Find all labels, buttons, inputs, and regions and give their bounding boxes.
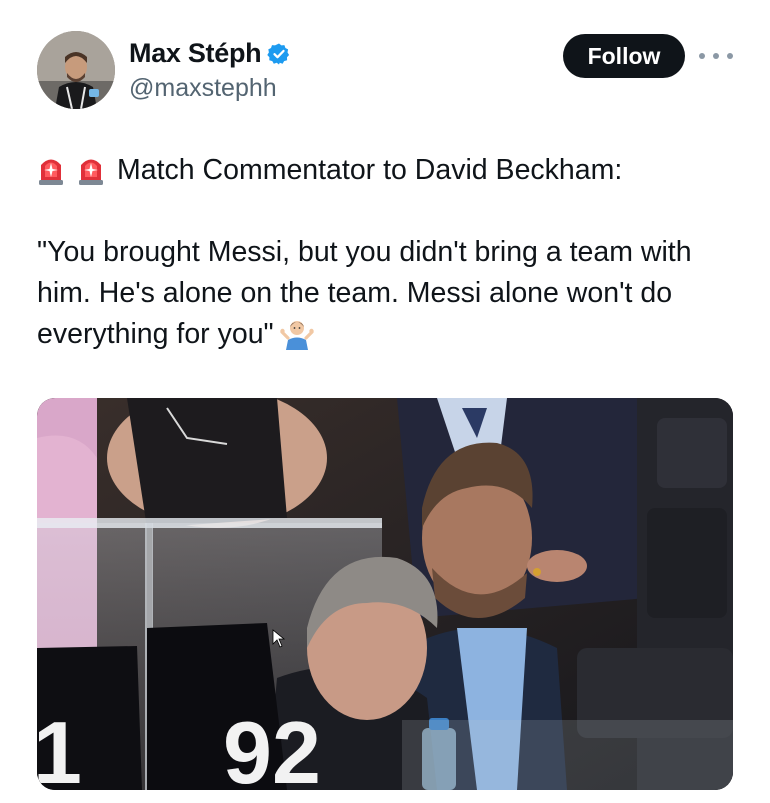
more-options-icon[interactable] [699, 44, 733, 68]
more-dot [713, 53, 719, 59]
person-shrugging-icon [279, 321, 314, 350]
author-name-row: Max Stéph [129, 38, 291, 69]
tweet-line-4: everything for you" [37, 314, 747, 355]
tweet-line-2: "You brought Messi, but you didn't bring… [37, 236, 692, 268]
avatar-photo-icon [37, 31, 115, 109]
tweet-quote-end: everything for you" [37, 318, 274, 350]
seat-number-partial: 1 [37, 703, 82, 790]
author-avatar[interactable] [37, 31, 115, 109]
follow-button[interactable]: Follow [563, 34, 685, 78]
police-light-icon [79, 159, 103, 185]
tweet-text: Match Commentator to David Beckham: "You… [37, 150, 747, 355]
line-break [37, 191, 747, 232]
more-dot [727, 53, 733, 59]
seat-number: 92 [223, 703, 321, 790]
tweet-line-1: Match Commentator to David Beckham: [37, 150, 747, 191]
tweet-line-3: him. He's alone on the team. Messi alone… [37, 277, 673, 309]
author-display-name[interactable]: Max Stéph [129, 38, 262, 69]
tweet-heading-text: Match Commentator to David Beckham: [117, 154, 623, 186]
media-scene: 92 1 [37, 398, 733, 790]
more-dot [699, 53, 705, 59]
tweet-media-photo[interactable]: 92 1 [37, 398, 733, 790]
tweet-card: Max Stéph @maxstephh Follow Match Commen… [0, 0, 770, 803]
police-light-icon [39, 159, 63, 185]
author-handle[interactable]: @maxstephh [129, 74, 277, 103]
verified-badge-icon [267, 43, 290, 64]
